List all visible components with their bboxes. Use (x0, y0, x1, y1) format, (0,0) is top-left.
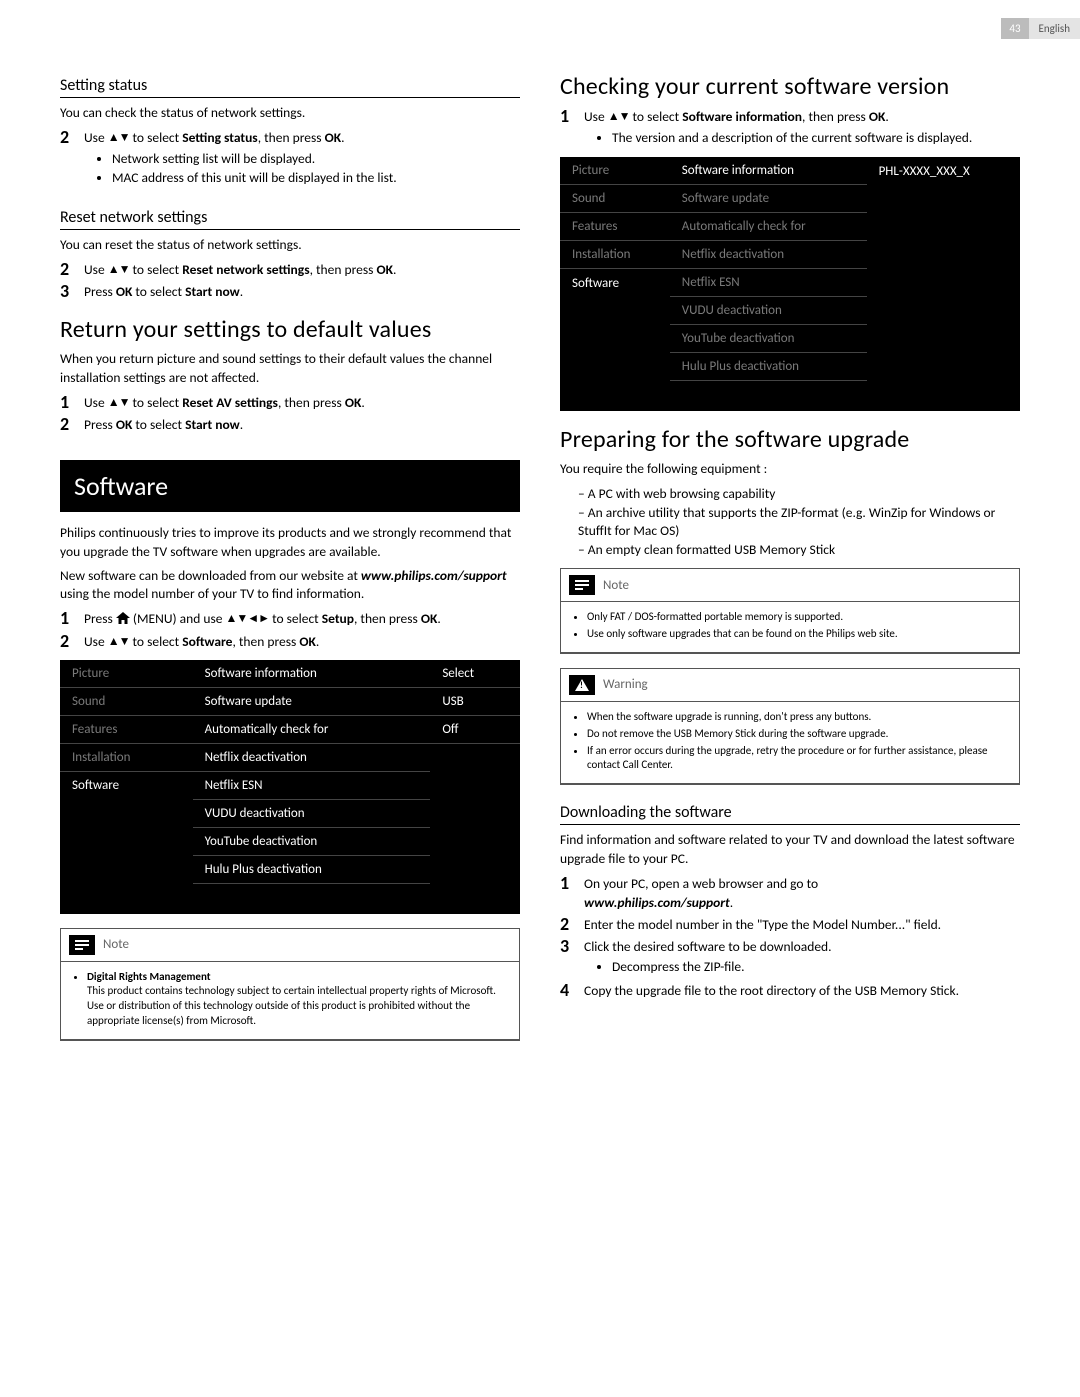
software-para1: Philips continuously tries to improve it… (60, 524, 520, 560)
up-down-icon: ▲▼ (108, 395, 130, 412)
page-header-badge: 43 English (1001, 18, 1080, 39)
heading-reset-network: Reset network settings (60, 208, 520, 230)
warning-icon (569, 675, 595, 695)
heading-setting-status: Setting status (60, 76, 520, 98)
note-fat: Note Only FAT / DOS-formatted portable m… (560, 568, 1020, 654)
software-para2: New software can be downloaded from our … (60, 567, 520, 603)
heading-prepare-upgrade: Preparing for the software upgrade (560, 425, 1020, 454)
reset-network-step-3: 3 Press OK to select Start now. (60, 282, 520, 302)
up-down-icon: ▲▼ (108, 262, 130, 279)
reset-network-step-2: 2 Use ▲▼ to select Reset network setting… (60, 260, 520, 280)
note-icon (569, 575, 595, 595)
heading-return-defaults: Return your settings to default values (60, 315, 520, 344)
download-step-3: 3 Click the desired software to be downl… (560, 937, 1020, 979)
download-intro: Find information and software related to… (560, 831, 1020, 867)
return-defaults-intro: When you return picture and sound settin… (60, 350, 520, 386)
setting-status-intro: You can check the status of network sett… (60, 104, 520, 122)
heading-check-version: Checking your current software version (560, 72, 1020, 101)
software-step-2: 2 Use ▲▼ to select Software, then press … (60, 632, 520, 652)
page-language: English (1029, 18, 1080, 39)
warning-upgrade: Warning When the software upgrade is run… (560, 668, 1020, 785)
right-column: Checking your current software version 1… (560, 58, 1020, 1055)
software-step-1: 1 Press (MENU) and use ▲▼◄► to select Se… (60, 609, 520, 630)
setting-status-step-2: 2 Use ▲▼ to select Setting status, then … (60, 128, 520, 189)
up-down-icon: ▲▼ (108, 634, 130, 651)
prepare-intro: You require the following equipment : (560, 460, 1020, 478)
check-version-step-1: 1 Use ▲▼ to select Software information,… (560, 107, 1020, 149)
nav-arrows-icon: ▲▼◄► (226, 611, 270, 628)
osd-software-menu: Picture Software information Select Soun… (60, 660, 520, 914)
up-down-icon: ▲▼ (608, 109, 630, 126)
prepare-requirements: A PC with web browsing capability An arc… (578, 485, 1020, 561)
left-column: Setting status You can check the status … (60, 58, 520, 1055)
download-step-2: 2 Enter the model number in the "Type th… (560, 915, 1020, 935)
note-drm: Note Digital Rights Management This prod… (60, 928, 520, 1041)
page-number: 43 (1001, 18, 1028, 39)
up-down-icon: ▲▼ (108, 130, 130, 147)
heading-download-software: Downloading the software (560, 803, 1020, 825)
return-defaults-step-1: 1 Use ▲▼ to select Reset AV settings, th… (60, 393, 520, 413)
download-step-1: 1 On your PC, open a web browser and go … (560, 874, 1020, 913)
return-defaults-step-2: 2 Press OK to select Start now. (60, 415, 520, 435)
note-icon (69, 935, 95, 955)
download-step-4: 4 Copy the upgrade file to the root dire… (560, 981, 1020, 1001)
home-icon (116, 610, 130, 630)
osd-software-info: Picture Software information PHL-XXXX_XX… (560, 157, 1020, 411)
banner-software: Software (60, 460, 520, 512)
manual-page: 43 English Setting status You can check … (0, 0, 1080, 1397)
reset-network-intro: You can reset the status of network sett… (60, 236, 520, 254)
